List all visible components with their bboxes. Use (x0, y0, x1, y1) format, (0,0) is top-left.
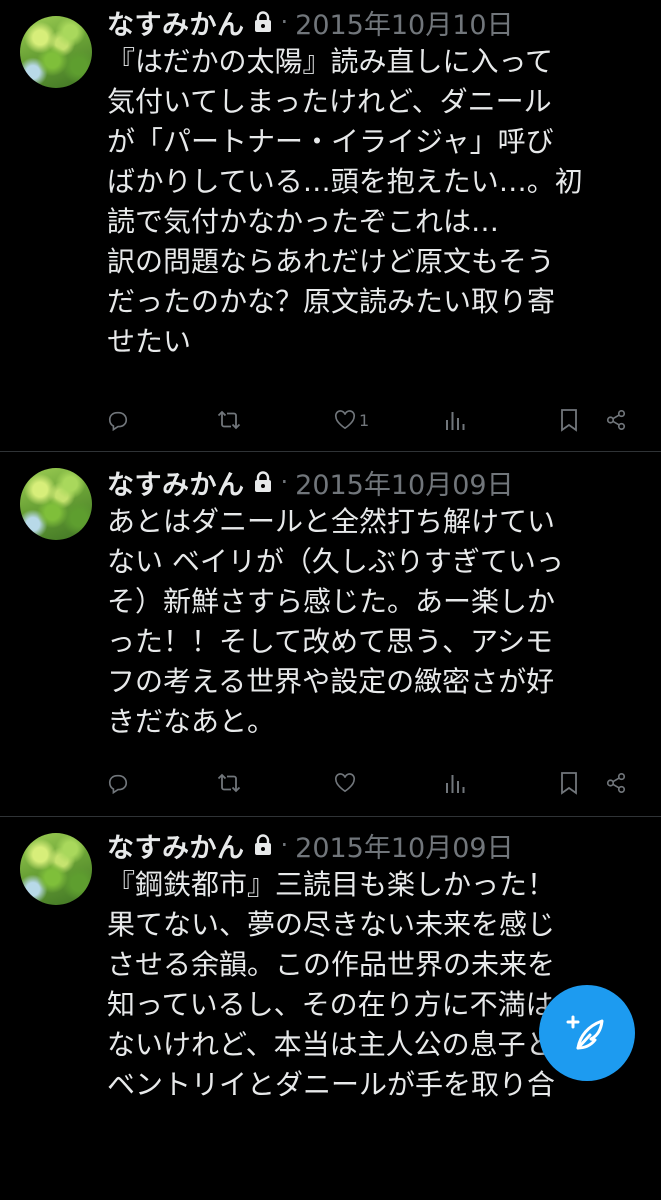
views-icon (446, 412, 465, 430)
user-name[interactable]: なすみかん (107, 3, 245, 42)
reply-icon (108, 411, 128, 431)
lock-icon (253, 11, 273, 33)
tweet-text-line: きだなあと。 (107, 705, 276, 738)
tweet-text-line: が「パートナー・イライジャ」呼び (107, 125, 554, 158)
bookmark-icon (561, 772, 577, 795)
tweet[interactable]: なすみかん · 2015年10月09日 あとはダニールと全然打ち解けてい ない … (0, 452, 661, 817)
tweet-text-line: フの考える世界や設定の緻密さが好 (107, 665, 555, 698)
tweet-text-line: あとはダニールと全然打ち解けてい (107, 505, 556, 538)
tweet-date[interactable]: 2015年10月09日 (295, 463, 513, 502)
views-icon (446, 775, 465, 793)
separator: · (280, 831, 289, 859)
tweet-text-line: ばかりしている…頭を抱えたい…。初 (107, 165, 583, 198)
compose-button[interactable] (539, 985, 635, 1081)
tweet-header: なすみかん · 2015年10月09日 (107, 462, 514, 502)
like-icon (334, 773, 356, 793)
lock-icon (253, 834, 273, 856)
user-name[interactable]: なすみかん (107, 463, 245, 502)
bookmark-icon (561, 409, 577, 432)
tweet-text-line: せたい (107, 325, 192, 358)
like-button[interactable] (334, 768, 359, 798)
tweet-text-line: そ）新鮮さすら感じた。あー楽しか (107, 585, 556, 618)
tweet-text-line: ない ベイリが（久しぶりすぎていっ (107, 545, 564, 578)
retweet-icon (217, 773, 241, 793)
reply-button[interactable] (107, 405, 129, 435)
bookmark-button[interactable] (559, 405, 579, 435)
share-icon (606, 773, 626, 793)
reply-button[interactable] (107, 768, 129, 798)
like-icon (334, 410, 356, 430)
retweet-icon (217, 410, 241, 430)
tweet-text-line: 果てない、夢の尽きない未来を感じ (107, 908, 556, 941)
tweet-text-line: 気付いてしまったけれど、ダニール (107, 85, 552, 118)
lock-icon (253, 471, 273, 493)
tweet-date[interactable]: 2015年10月10日 (295, 3, 513, 42)
tweet[interactable]: なすみかん · 2015年10月10日 『はだかの太陽』読み直しに入って 気付い… (0, 0, 661, 452)
tweet-header: なすみかん · 2015年10月09日 (107, 825, 514, 865)
tweet-date[interactable]: 2015年10月09日 (295, 826, 513, 865)
like-button[interactable]: 1 (334, 405, 369, 435)
views-button[interactable] (444, 405, 466, 435)
user-name[interactable]: なすみかん (107, 826, 245, 865)
share-button[interactable] (605, 405, 627, 435)
bookmark-button[interactable] (559, 768, 579, 798)
avatar[interactable] (20, 468, 92, 540)
separator: · (280, 8, 289, 36)
tweet-text: あとはダニールと全然打ち解けてい ない ベイリが（久しぶりすぎていっ そ）新鮮さ… (107, 502, 637, 742)
tweet-text-line: 『はだかの太陽』読み直しに入って (107, 45, 554, 78)
tweet-actions: 1 (107, 405, 637, 435)
avatar[interactable] (20, 833, 92, 905)
tweet-actions (107, 768, 637, 798)
separator: · (280, 468, 289, 496)
avatar[interactable] (20, 16, 92, 88)
retweet-button[interactable] (217, 768, 241, 798)
tweet-text-line: 読で気付かなかったぞこれは… (107, 205, 500, 238)
tweet-text-line: った！！そして改めて思う、アシモ (107, 625, 554, 658)
tweet-text-line: 『鋼鉄都市』三読目も楽しかった！ (107, 868, 556, 901)
views-button[interactable] (444, 768, 466, 798)
tweet-text-line: だったのかな？原文読みたい取り寄 (107, 285, 556, 318)
share-button[interactable] (605, 768, 627, 798)
tweet-text-line: 訳の問題ならあれだけど原文もそう (107, 245, 555, 278)
timeline-feed: なすみかん · 2015年10月10日 『はだかの太陽』読み直しに入って 気付い… (0, 0, 661, 1200)
retweet-button[interactable] (217, 405, 241, 435)
like-count: 1 (359, 410, 370, 430)
tweet-text-line: させる余韻。この作品世界の未来を (107, 948, 556, 981)
tweet-text: 『はだかの太陽』読み直しに入って 気付いてしまったけれど、ダニール が「パートナ… (107, 42, 637, 362)
tweet-header: なすみかん · 2015年10月10日 (107, 2, 514, 42)
share-icon (606, 410, 626, 430)
reply-icon (108, 774, 128, 794)
compose-feather-icon (566, 1015, 604, 1050)
